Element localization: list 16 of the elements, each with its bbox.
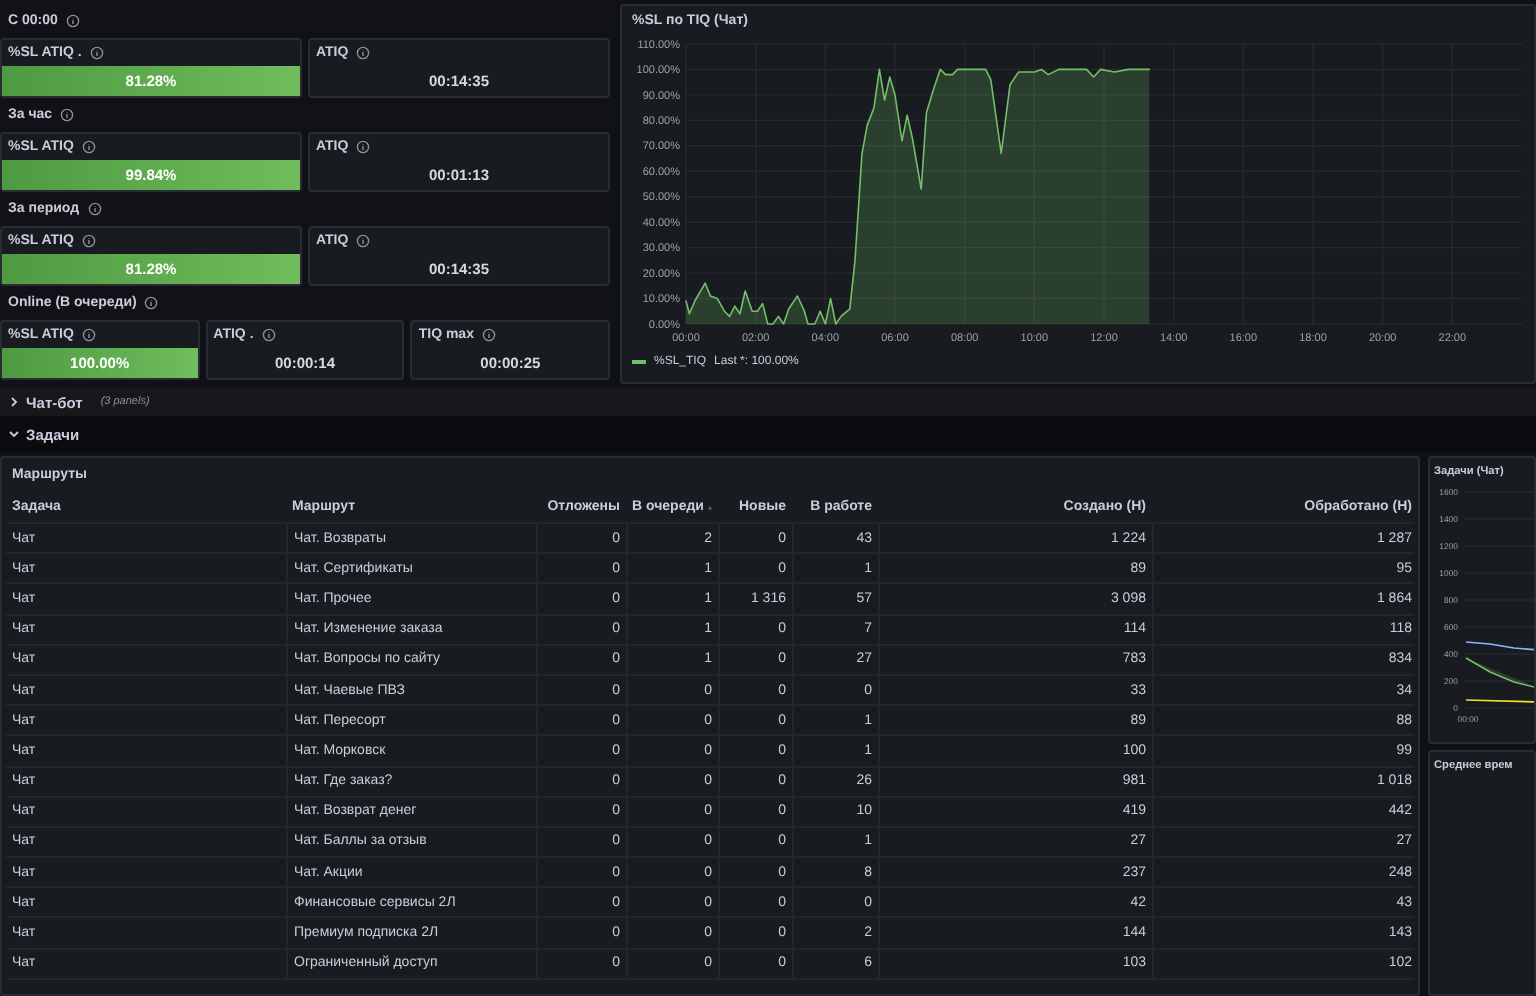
info-icon[interactable] [356, 46, 371, 60]
info-icon[interactable] [81, 234, 96, 248]
info-icon[interactable] [356, 234, 371, 248]
info-icon[interactable] [60, 108, 75, 122]
info-icon[interactable] [261, 328, 276, 342]
info-icon[interactable] [89, 46, 104, 60]
info-icon[interactable] [356, 140, 371, 154]
info-icon[interactable] [81, 328, 96, 342]
info-icon[interactable] [481, 328, 496, 342]
chart-lines-drawing [1465, 641, 1534, 703]
info-icon[interactable] [144, 296, 159, 310]
info-icon[interactable] [81, 140, 96, 154]
caret-icon[interactable] [8, 396, 20, 408]
caret-icon[interactable] [8, 428, 20, 440]
info-icon[interactable] [87, 202, 102, 216]
info-icon[interactable] [65, 14, 80, 28]
